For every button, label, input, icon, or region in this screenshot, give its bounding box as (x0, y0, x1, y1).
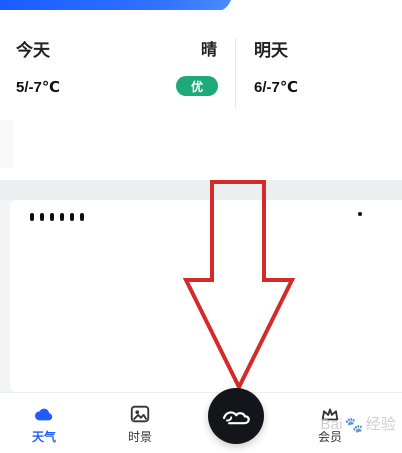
tomorrow-label: 明天 (254, 41, 288, 60)
today-weather: 晴 (201, 42, 218, 59)
aqi-badge: 优 (176, 76, 218, 96)
section-gap (0, 180, 402, 200)
paw-icon: 🐾 (344, 417, 364, 434)
watermark: Bai 🐾 经验 (320, 413, 396, 434)
tab-scenery-label: 时景 (127, 430, 152, 444)
cloud-icon (35, 408, 53, 421)
watermark-right-text: 经验 (365, 416, 396, 433)
forecast-divider (235, 38, 236, 108)
wind-cloud-icon (222, 411, 250, 425)
content-card (10, 200, 402, 392)
image-icon (130, 405, 150, 423)
today-temperature: 5/-7℃ (16, 79, 61, 96)
tab-weather[interactable]: 天气 (14, 403, 74, 448)
tomorrow-temperature: 6/-7℃ (254, 79, 299, 96)
watermark-left-text: Bai (320, 416, 343, 433)
small-marker (358, 212, 362, 216)
tab-weather-label: 天气 (31, 430, 56, 444)
center-action-button[interactable] (208, 388, 264, 444)
today-label: 今天 (16, 41, 50, 60)
partial-text-strip (30, 208, 120, 221)
tab-scenery[interactable]: 时景 (110, 403, 170, 448)
forecast-card: 今天 晴 5/-7℃ 优 明天 6/-7℃ (0, 10, 402, 180)
left-rail (0, 120, 14, 168)
